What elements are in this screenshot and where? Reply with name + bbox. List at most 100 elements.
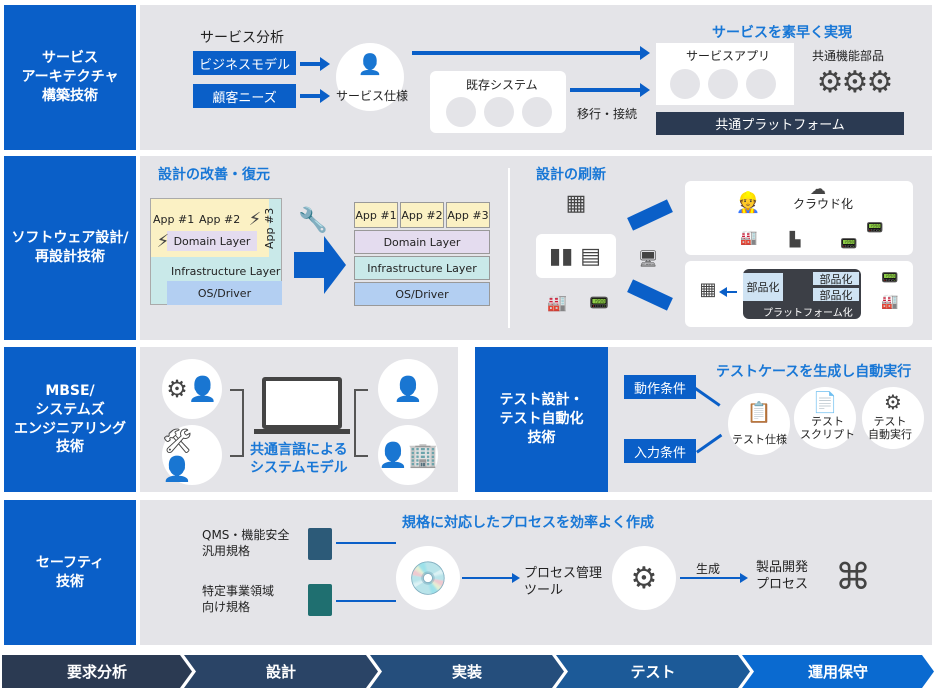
arrow	[696, 433, 723, 454]
calculator-icon	[746, 69, 776, 99]
improve-title: 設計の改善・復元	[158, 167, 270, 183]
cloud-icon: ☁	[810, 178, 826, 198]
book-icon	[308, 584, 332, 616]
service-title: サービスを素早く実現	[712, 25, 852, 41]
server-icon: ▮▮ ▤	[549, 243, 601, 269]
cycle-circle: ⚙	[612, 546, 676, 610]
row-label-test: テスト設計・ テスト自動化 技術	[475, 347, 608, 492]
legacy-app1: App #1	[153, 213, 195, 226]
panel-test: テストケースを生成し自動実行 動作条件 入力条件 📋 テスト仕様 📄 テスト ス…	[608, 347, 932, 492]
test-script-label: テスト スクリプト	[800, 415, 855, 442]
common-platform-bar: 共通プラットフォーム	[656, 112, 904, 135]
monitor-panel-icon: ▦	[565, 190, 587, 216]
legacy-os: OS/Driver	[167, 281, 282, 305]
parts-label: 部品化	[813, 272, 859, 286]
controller-icon: 🖥	[637, 248, 659, 268]
new-app1: App #1	[354, 202, 398, 228]
divider	[508, 168, 510, 328]
system-model-label: 共通言語による システムモデル	[250, 442, 348, 477]
auto-exec-label: テスト 自動実行	[868, 415, 912, 442]
big-arrow-head	[324, 236, 346, 294]
gear-check-icon: ⚙	[884, 390, 902, 414]
cloud-box: 👷 クラウド化 ☁ 🏭 ▙ 📟 📟	[685, 178, 913, 255]
arrow	[680, 573, 748, 583]
panel-service-architecture: サービス分析 ビジネスモデル 顧客ニーズ 👤 サービス仕様 既存システム 移行・…	[140, 5, 932, 150]
new-app2: App #2	[400, 202, 444, 228]
phase-requirements: 要求分析	[2, 655, 192, 688]
arrow	[412, 46, 650, 60]
panel-mbse: ⚙👤 🛠👤 共通言語による システムモデル 👤 👤🏢	[140, 347, 458, 492]
arrow	[462, 573, 520, 583]
arrow	[570, 83, 650, 97]
phase-test: テスト	[556, 655, 750, 688]
new-os-layer: OS/Driver	[354, 282, 490, 306]
factory-icon: 🏭	[881, 294, 899, 310]
engineer-gears-icon: ⚙👤	[162, 359, 222, 419]
arrow-up-right	[627, 199, 673, 231]
platform-block: 部品化 部品化 部品化 プラットフォーム化	[743, 269, 861, 319]
engineer-chip-icon: 👤	[378, 359, 438, 419]
test-script-circle: 📄 テスト スクリプト	[794, 387, 856, 449]
test-spec-label: テスト仕様	[732, 433, 787, 446]
process-network-icon: ⌘	[835, 556, 871, 598]
service-app-label: サービスアプリ	[686, 49, 771, 63]
row-label-mbse: MBSE/ システムズ エンジニアリング 技術	[4, 347, 136, 492]
new-infra-layer: Infrastructure Layer	[354, 256, 490, 280]
new-app3: App #3	[446, 202, 490, 228]
book-icon	[308, 528, 332, 560]
arrow	[300, 89, 330, 103]
legacy-infra: Infrastructure Layer	[171, 265, 281, 278]
arrow	[694, 387, 721, 407]
factory-icon: 🏭	[740, 230, 758, 246]
car-icon	[484, 97, 514, 127]
lightning-icon: ⚡	[156, 230, 170, 252]
cart-icon	[708, 69, 738, 99]
gears-icon: ⚙⚙⚙	[816, 64, 894, 100]
row-label-safety: セーフティ 技術	[4, 500, 136, 645]
worker-icon: 👷	[735, 190, 761, 214]
input-condition-box: 入力条件	[624, 439, 696, 463]
domain-standards-label: 特定事業領域 向け規格	[202, 584, 275, 614]
connector	[336, 600, 396, 602]
device-icon: 📟	[589, 292, 609, 312]
laptop-base	[254, 429, 350, 434]
service-analysis-label: サービス分析	[200, 30, 284, 46]
connector	[336, 542, 396, 544]
gear-cycle-icon: ⚙	[630, 560, 658, 596]
big-arrow-body	[294, 252, 324, 278]
legacy-domain: Domain Layer	[167, 231, 257, 251]
existing-system-box: 既存システム	[430, 71, 566, 133]
wrench-tree-icon: 🔧	[298, 206, 328, 234]
test-spec-circle: 📋 テスト仕様	[728, 393, 790, 455]
process-tool-label: プロセス管理 ツール	[524, 566, 603, 598]
satellite-icon	[522, 97, 552, 127]
customer-building-icon: 👤🏢	[378, 425, 438, 485]
phase-implementation: 実装	[370, 655, 564, 688]
product-process-label: 製品開発 プロセス	[756, 560, 809, 592]
platform-label: プラットフォーム化	[763, 308, 853, 319]
panel-software-design: 設計の改善・復元 App #1 App #2 App #3 Domain Lay…	[140, 156, 932, 340]
arrow	[727, 291, 737, 293]
panel-safety: 規格に対応したプロセスを効率よく作成 QMS・機能安全 汎用規格 特定事業領域 …	[140, 500, 932, 645]
legacy-app2: App #2	[199, 213, 241, 226]
generate-label: 生成	[696, 562, 721, 576]
connector	[354, 389, 368, 457]
factory-icon: 🏭	[547, 292, 567, 312]
safety-title: 規格に対応したプロセスを効率よく作成	[402, 515, 654, 531]
arrow-down-right	[627, 279, 673, 311]
device-icon: 📟	[866, 220, 884, 236]
device-icon: 📟	[881, 270, 899, 286]
existing-system-label: 既存システム	[466, 78, 538, 92]
device-icon: 📟	[840, 236, 858, 252]
robot-arm-icon	[670, 69, 700, 99]
connector	[230, 389, 244, 457]
arrow	[300, 57, 330, 71]
new-domain-layer: Domain Layer	[354, 230, 490, 254]
building-icon: ▙	[789, 232, 801, 248]
documents-icon: 📄	[812, 390, 838, 414]
operating-condition-box: 動作条件	[624, 375, 696, 399]
service-app-box: サービスアプリ	[656, 43, 794, 105]
migrate-label: 移行・接続	[577, 107, 638, 121]
renew-title: 設計の刷新	[536, 167, 606, 183]
customer-needs-box: 顧客ニーズ	[193, 84, 296, 108]
